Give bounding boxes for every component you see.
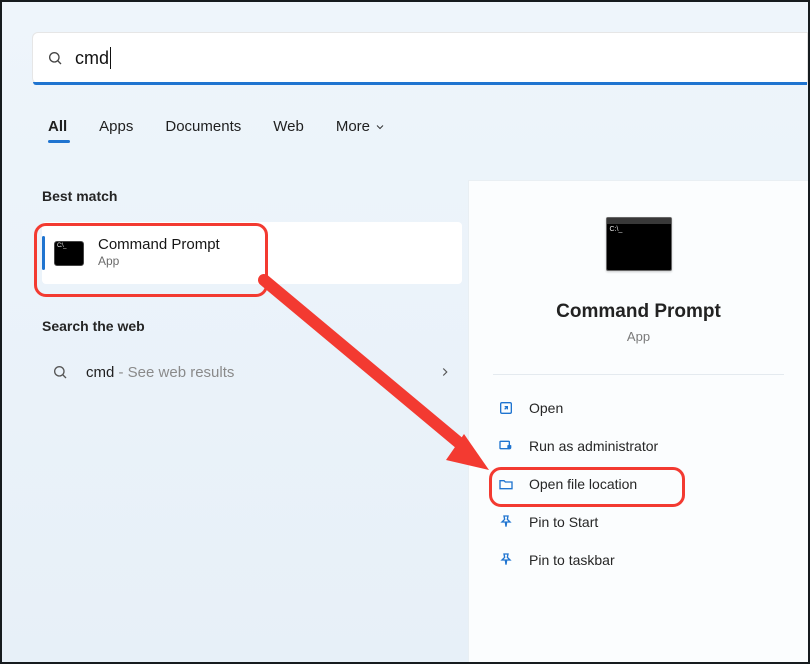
result-command-prompt[interactable]: Command Prompt App: [42, 222, 462, 284]
filter-tab-all[interactable]: All: [48, 118, 67, 135]
search-icon: [47, 50, 63, 66]
filter-tab-more[interactable]: More: [336, 118, 386, 135]
pin-icon: [497, 552, 515, 568]
open-icon: [497, 400, 515, 416]
result-title: Command Prompt: [98, 236, 220, 254]
chevron-down-icon: [374, 121, 386, 133]
details-pane: Command Prompt App Open Run as administr…: [468, 180, 808, 662]
filter-tabs: All Apps Documents Web More: [48, 118, 386, 135]
search-box[interactable]: cmd: [32, 32, 808, 84]
pin-icon: [497, 514, 515, 530]
results-column: Best match Command Prompt App Search the…: [42, 188, 462, 392]
action-pin-to-taskbar[interactable]: Pin to taskbar: [491, 541, 786, 579]
pane-subtitle: App: [469, 329, 808, 344]
start-search-window: cmd All Apps Documents Web More Best mat…: [0, 0, 810, 664]
cmd-large-icon: [606, 217, 672, 271]
section-best-match-label: Best match: [42, 188, 462, 204]
web-result-row[interactable]: cmd - See web results: [42, 352, 462, 392]
result-subtitle: App: [98, 254, 220, 270]
section-search-web-label: Search the web: [42, 318, 462, 334]
action-run-as-administrator[interactable]: Run as administrator: [491, 427, 786, 465]
action-pin-to-start[interactable]: Pin to Start: [491, 503, 786, 541]
chevron-right-icon: [438, 365, 452, 379]
divider: [493, 374, 784, 375]
web-result-text: cmd - See web results: [86, 364, 234, 381]
search-input-value[interactable]: cmd: [75, 48, 109, 69]
shield-admin-icon: [497, 438, 515, 454]
filter-tab-apps[interactable]: Apps: [99, 118, 133, 135]
folder-icon: [497, 476, 515, 492]
filter-tab-web[interactable]: Web: [273, 118, 304, 135]
search-icon: [52, 364, 68, 380]
action-open[interactable]: Open: [491, 389, 786, 427]
actions-list: Open Run as administrator Open file loca…: [491, 389, 786, 579]
cmd-icon: [54, 241, 84, 266]
filter-tab-documents[interactable]: Documents: [165, 118, 241, 135]
text-cursor: [110, 47, 111, 69]
action-open-file-location[interactable]: Open file location: [491, 465, 786, 503]
pane-title: Command Prompt: [469, 301, 808, 323]
active-tab-underline: [48, 140, 70, 143]
